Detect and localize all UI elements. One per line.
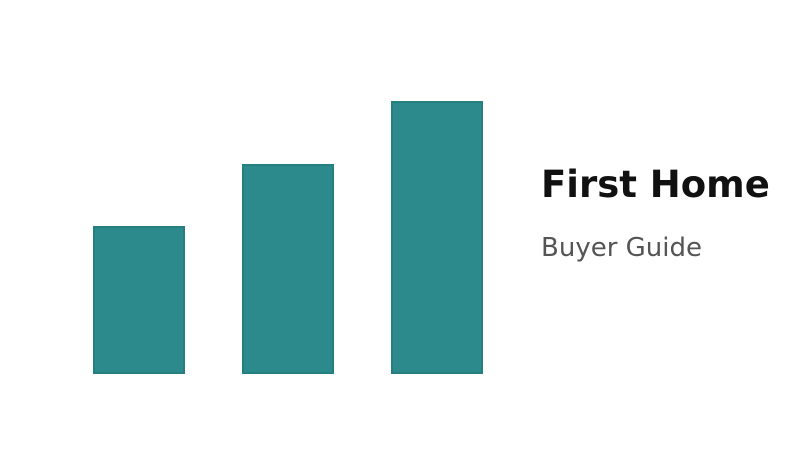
logo-bar-tall — [391, 101, 483, 374]
logo-bar-short — [93, 226, 185, 374]
logo-title: First Home — [541, 163, 770, 206]
logo-subtitle: Buyer Guide — [541, 233, 703, 263]
logo-bar-medium — [242, 164, 334, 374]
logo-canvas: First Home Buyer Guide — [0, 0, 801, 455]
